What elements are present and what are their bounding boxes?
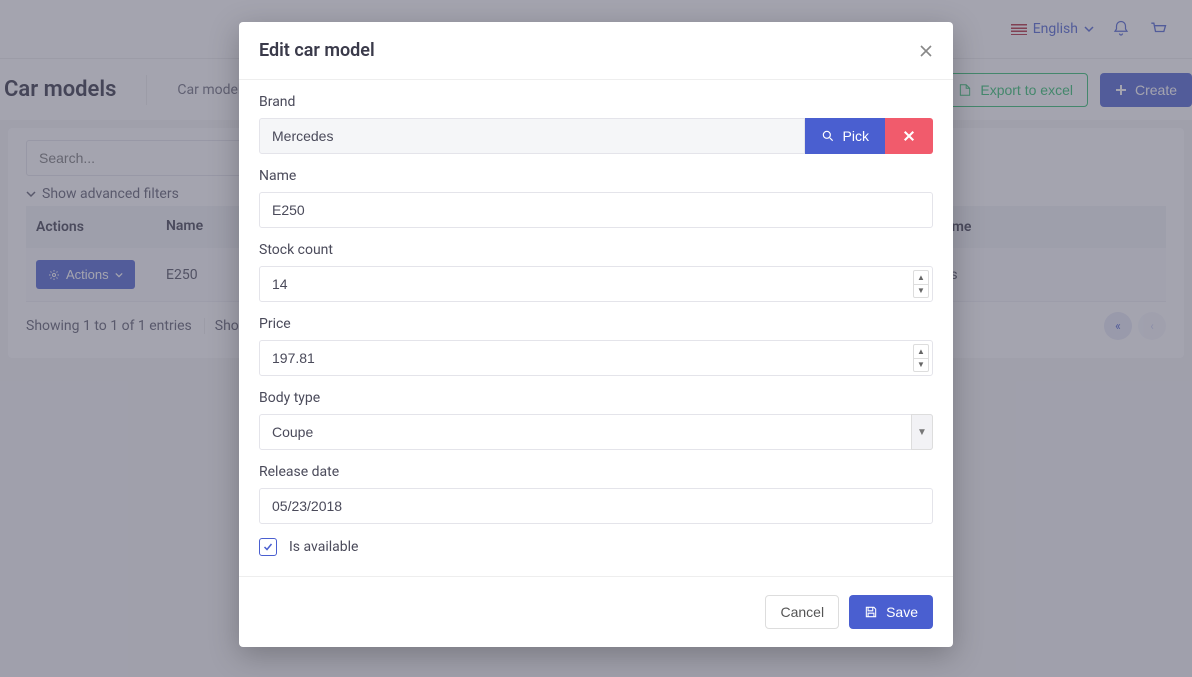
bodytype-label: Body type bbox=[259, 390, 933, 406]
save-icon bbox=[864, 605, 878, 619]
step-up-icon[interactable]: ▲ bbox=[914, 345, 928, 359]
price-input[interactable] bbox=[259, 340, 933, 376]
close-icon bbox=[903, 130, 915, 142]
edit-car-model-modal: Edit car model Brand Pick bbox=[239, 22, 953, 647]
cancel-button[interactable]: Cancel bbox=[765, 595, 839, 629]
step-up-icon[interactable]: ▲ bbox=[914, 271, 928, 285]
brand-label: Brand bbox=[259, 94, 933, 110]
pick-brand-button[interactable]: Pick bbox=[805, 118, 885, 154]
stock-input[interactable] bbox=[259, 266, 933, 302]
cancel-label: Cancel bbox=[780, 604, 824, 620]
save-button[interactable]: Save bbox=[849, 595, 933, 629]
release-date-label: Release date bbox=[259, 464, 933, 480]
save-label: Save bbox=[886, 604, 918, 620]
release-date-input[interactable] bbox=[259, 488, 933, 524]
pick-label: Pick bbox=[843, 128, 869, 144]
stock-label: Stock count bbox=[259, 242, 933, 258]
clear-brand-button[interactable] bbox=[885, 118, 933, 154]
check-icon bbox=[262, 541, 274, 553]
modal-title: Edit car model bbox=[259, 40, 375, 61]
is-available-checkbox[interactable] bbox=[259, 538, 277, 556]
modal-overlay: Edit car model Brand Pick bbox=[0, 0, 1192, 677]
name-label: Name bbox=[259, 168, 933, 184]
is-available-label: Is available bbox=[289, 539, 358, 555]
price-label: Price bbox=[259, 316, 933, 332]
bodytype-select[interactable] bbox=[259, 414, 933, 450]
stock-spinner[interactable]: ▲▼ bbox=[913, 270, 929, 298]
name-input[interactable] bbox=[259, 192, 933, 228]
brand-input bbox=[259, 118, 805, 154]
price-spinner[interactable]: ▲▼ bbox=[913, 344, 929, 372]
step-down-icon[interactable]: ▼ bbox=[914, 285, 928, 298]
close-icon bbox=[919, 44, 933, 58]
search-icon bbox=[821, 129, 835, 143]
step-down-icon[interactable]: ▼ bbox=[914, 359, 928, 372]
close-button[interactable] bbox=[919, 44, 933, 58]
